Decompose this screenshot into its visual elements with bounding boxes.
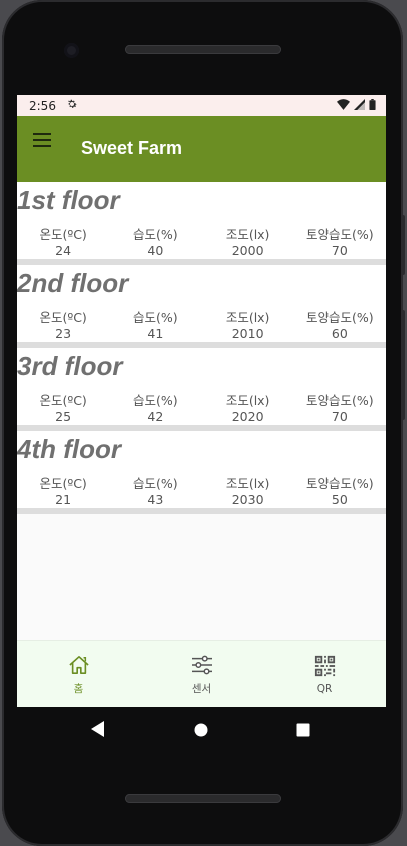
light-value: 2000 xyxy=(231,243,264,258)
soil-moisture-value: 70 xyxy=(331,409,348,424)
temperature-metric: 온도(ºC) 23 xyxy=(17,310,109,342)
recents-square-icon[interactable] xyxy=(296,722,310,741)
humidity-metric: 습도(%) 43 xyxy=(109,476,201,508)
soil-moisture-label: 토양습도(%) xyxy=(306,476,374,491)
soil-moisture-value: 50 xyxy=(331,492,348,507)
temperature-label: 온도(ºC) xyxy=(39,227,87,242)
battery-icon xyxy=(369,98,376,113)
light-label: 조도(lx) xyxy=(225,393,270,408)
humidity-value: 40 xyxy=(147,243,164,258)
app-bar: Sweet Farm xyxy=(17,116,386,182)
temperature-metric: 온도(ºC) 21 xyxy=(17,476,109,508)
floor-card: 2nd floor 온도(ºC) 23 습도(%) 41 조도(lx) 2010 토양… xyxy=(17,265,386,348)
light-metric: 조도(lx) 2020 xyxy=(202,393,294,425)
status-bar: 2:56 xyxy=(17,95,386,116)
floor-metrics: 온도(ºC) 25 습도(%) 42 조도(lx) 2020 토양습도(%) 70 xyxy=(17,393,386,425)
wifi-icon xyxy=(337,98,350,113)
back-triangle-icon[interactable] xyxy=(91,721,105,741)
humidity-label: 습도(%) xyxy=(133,310,178,325)
home-icon xyxy=(68,655,90,679)
light-metric: 조도(lx) 2000 xyxy=(202,227,294,259)
soil-moisture-metric: 토양습도(%) 50 xyxy=(294,476,386,508)
floor-title: 3rd floor xyxy=(17,351,123,381)
humidity-label: 습도(%) xyxy=(133,476,178,491)
humidity-metric: 습도(%) 41 xyxy=(109,310,201,342)
qr-code-icon xyxy=(314,655,336,681)
temperature-value: 24 xyxy=(55,243,72,258)
settings-gear-icon xyxy=(66,98,78,113)
humidity-value: 43 xyxy=(147,492,164,507)
soil-moisture-label: 토양습도(%) xyxy=(306,393,374,408)
soil-moisture-value: 70 xyxy=(331,243,348,258)
temperature-value: 25 xyxy=(55,409,72,424)
floor-card: 1st floor 온도(ºC) 24 습도(%) 40 조도(lx) 2000 토양… xyxy=(17,182,386,265)
nav-item-sensor[interactable]: 센서 xyxy=(140,641,263,707)
status-time: 2:56 xyxy=(29,98,56,113)
top-speaker xyxy=(125,45,281,54)
floor-metrics: 온도(ºC) 21 습도(%) 43 조도(lx) 2030 토양습도(%) 50 xyxy=(17,476,386,508)
floor-card: 3rd floor 온도(ºC) 25 습도(%) 42 조도(lx) 2020 토양… xyxy=(17,348,386,431)
temperature-label: 온도(ºC) xyxy=(39,393,87,408)
floor-card: 4th floor 온도(ºC) 21 습도(%) 43 조도(lx) 2030 토양… xyxy=(17,431,386,514)
power-button xyxy=(401,215,405,275)
light-label: 조도(lx) xyxy=(225,310,270,325)
nav-item-home[interactable]: 홈 xyxy=(17,641,140,707)
floor-title: 4th floor xyxy=(17,434,121,464)
hamburger-menu-icon[interactable] xyxy=(33,133,51,147)
app-screen: 2:56 Sweet Farm 1st floor 온도(ºC) 24 습도(%)… xyxy=(17,95,386,707)
soil-moisture-value: 60 xyxy=(331,326,348,341)
temperature-metric: 온도(ºC) 24 xyxy=(17,227,109,259)
temperature-label: 온도(ºC) xyxy=(39,310,87,325)
soil-moisture-label: 토양습도(%) xyxy=(306,227,374,242)
soil-moisture-metric: 토양습도(%) 60 xyxy=(294,310,386,342)
floor-list: 1st floor 온도(ºC) 24 습도(%) 40 조도(lx) 2000 토양… xyxy=(17,182,386,514)
soil-moisture-label: 토양습도(%) xyxy=(306,310,374,325)
temperature-label: 온도(ºC) xyxy=(39,476,87,491)
bottom-navigation: 홈 센서 QR xyxy=(17,640,386,707)
volume-button xyxy=(401,310,405,420)
humidity-label: 습도(%) xyxy=(133,393,178,408)
floor-metrics: 온도(ºC) 23 습도(%) 41 조도(lx) 2010 토양습도(%) 60 xyxy=(17,310,386,342)
soil-moisture-metric: 토양습도(%) 70 xyxy=(294,227,386,259)
sliders-icon xyxy=(191,655,213,679)
light-metric: 조도(lx) 2010 xyxy=(202,310,294,342)
light-metric: 조도(lx) 2030 xyxy=(202,476,294,508)
temperature-value: 23 xyxy=(55,326,72,341)
humidity-metric: 습도(%) 40 xyxy=(109,227,201,259)
nav-label-sensor: 센서 xyxy=(191,683,212,695)
home-circle-icon[interactable] xyxy=(194,722,208,741)
temperature-value: 21 xyxy=(55,492,72,507)
floor-title: 1st floor xyxy=(17,185,120,215)
nav-label-qr: QR xyxy=(316,683,333,695)
floor-title: 2nd floor xyxy=(17,268,129,298)
nav-item-qr[interactable]: QR xyxy=(263,641,386,707)
light-value: 2030 xyxy=(231,492,264,507)
light-value: 2010 xyxy=(231,326,264,341)
bottom-speaker xyxy=(125,794,281,803)
light-value: 2020 xyxy=(231,409,264,424)
temperature-metric: 온도(ºC) 25 xyxy=(17,393,109,425)
humidity-value: 42 xyxy=(147,409,164,424)
humidity-value: 41 xyxy=(147,326,164,341)
light-label: 조도(lx) xyxy=(225,227,270,242)
humidity-metric: 습도(%) 42 xyxy=(109,393,201,425)
cell-signal-icon xyxy=(354,98,365,113)
app-title: Sweet Farm xyxy=(81,138,183,158)
front-camera xyxy=(64,43,79,58)
system-navigation-bar xyxy=(17,707,386,753)
soil-moisture-metric: 토양습도(%) 70 xyxy=(294,393,386,425)
floor-metrics: 온도(ºC) 24 습도(%) 40 조도(lx) 2000 토양습도(%) 70 xyxy=(17,227,386,259)
light-label: 조도(lx) xyxy=(225,476,270,491)
nav-label-home: 홈 xyxy=(73,683,84,695)
humidity-label: 습도(%) xyxy=(133,227,178,242)
